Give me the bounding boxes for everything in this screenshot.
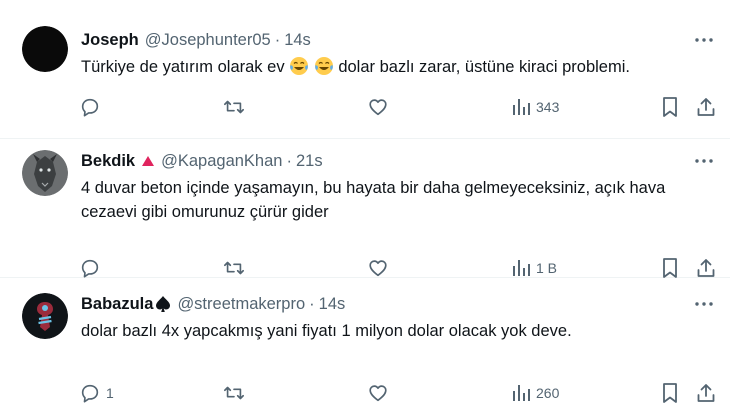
timestamp[interactable]: 14s [319, 295, 346, 314]
more-options-icon[interactable] [692, 150, 716, 172]
red-triangle-icon [141, 155, 155, 167]
avatar[interactable] [22, 293, 68, 339]
bookmark-icon [663, 97, 677, 117]
views-chart-icon [513, 260, 530, 276]
action-bar: 1 260 [79, 382, 716, 404]
share-button[interactable] [696, 382, 716, 404]
share-icon [697, 384, 715, 402]
action-bar: 1 B [79, 257, 716, 279]
bookmark-icon [663, 383, 677, 403]
retweet-button[interactable] [223, 96, 245, 118]
retweet-button[interactable] [223, 382, 245, 404]
share-button[interactable] [696, 96, 716, 118]
separator-dot: · [286, 151, 292, 170]
reply-button[interactable] [79, 96, 106, 118]
reply-button[interactable]: 1 [79, 382, 114, 404]
like-button[interactable] [367, 96, 389, 118]
timestamp[interactable]: 14s [284, 31, 311, 50]
tweet-text-part: Türkiye de yatırım olarak ev [81, 58, 290, 76]
views-count: 343 [536, 99, 560, 115]
views-button[interactable]: 1 B [511, 257, 557, 279]
reply-button[interactable] [79, 257, 106, 279]
separator-dot: · [309, 294, 315, 313]
views-button[interactable]: 260 [511, 382, 559, 404]
share-icon [697, 259, 715, 277]
avatar[interactable] [22, 26, 68, 72]
retweet-icon [224, 261, 244, 275]
tweet-text: Türkiye de yatırım olarak ev dolar bazlı… [81, 55, 711, 79]
bookmark-icon [663, 258, 677, 278]
author-name[interactable]: Bekdik [81, 152, 135, 171]
more-options-icon[interactable] [692, 29, 716, 51]
avatar[interactable] [22, 150, 68, 196]
tears-of-joy-emoji [314, 56, 334, 76]
tweet-text: 4 duvar beton içinde yaşamayın, bu hayat… [81, 179, 666, 221]
views-chart-icon [513, 99, 530, 115]
bookmark-button[interactable] [660, 257, 680, 279]
bookmark-button[interactable] [660, 382, 680, 404]
tweet[interactable]: Bekdik @KapaganKhan · 21s 4 duvar beton … [0, 139, 730, 278]
reply-icon [81, 384, 99, 403]
share-button[interactable] [696, 257, 716, 279]
like-button[interactable] [367, 382, 389, 404]
more-options-icon[interactable] [692, 293, 716, 315]
author-handle[interactable]: @KapaganKhan [161, 152, 282, 171]
bookmark-button[interactable] [660, 96, 680, 118]
tweet-text: dolar bazlı 4x yapcakmış yani fiyatı 1 m… [81, 322, 572, 340]
tweet[interactable]: Babazula @streetmakerpro · 14s dolar baz… [0, 278, 730, 420]
author-name[interactable]: Joseph [81, 31, 139, 50]
tweet-header: Babazula @streetmakerpro · 14s [81, 293, 345, 315]
tears-of-joy-emoji [289, 56, 309, 76]
spade-icon [155, 295, 171, 313]
tweet-header: Bekdik @KapaganKhan · 21s [81, 150, 323, 172]
author-handle[interactable]: @Josephunter05 [145, 31, 271, 50]
views-count: 260 [536, 385, 560, 401]
author-handle[interactable]: @streetmakerpro [177, 295, 305, 314]
views-count: 1 B [536, 260, 558, 276]
like-button[interactable] [367, 257, 389, 279]
retweet-button[interactable] [223, 257, 245, 279]
tweet-header: Joseph @Josephunter05 · 14s [81, 29, 311, 51]
separator-dot: · [274, 30, 281, 49]
reply-icon [81, 98, 99, 117]
heart-icon [369, 385, 387, 402]
views-chart-icon [513, 385, 530, 401]
timestamp[interactable]: 21s [296, 152, 323, 171]
reply-icon [81, 259, 99, 278]
tweet[interactable]: Joseph @Josephunter05 · 14s Türkiye de y… [0, 0, 730, 139]
heart-icon [369, 260, 387, 277]
tweet-text-part: dolar bazlı zarar, üstüne kiraci problem… [333, 58, 630, 76]
retweet-icon [224, 386, 244, 400]
views-button[interactable]: 343 [511, 96, 559, 118]
share-icon [697, 98, 715, 116]
author-name[interactable]: Babazula [81, 295, 153, 314]
retweet-icon [224, 100, 244, 114]
reply-count: 1 [106, 385, 114, 401]
action-bar: 343 [79, 96, 716, 118]
heart-icon [369, 99, 387, 116]
